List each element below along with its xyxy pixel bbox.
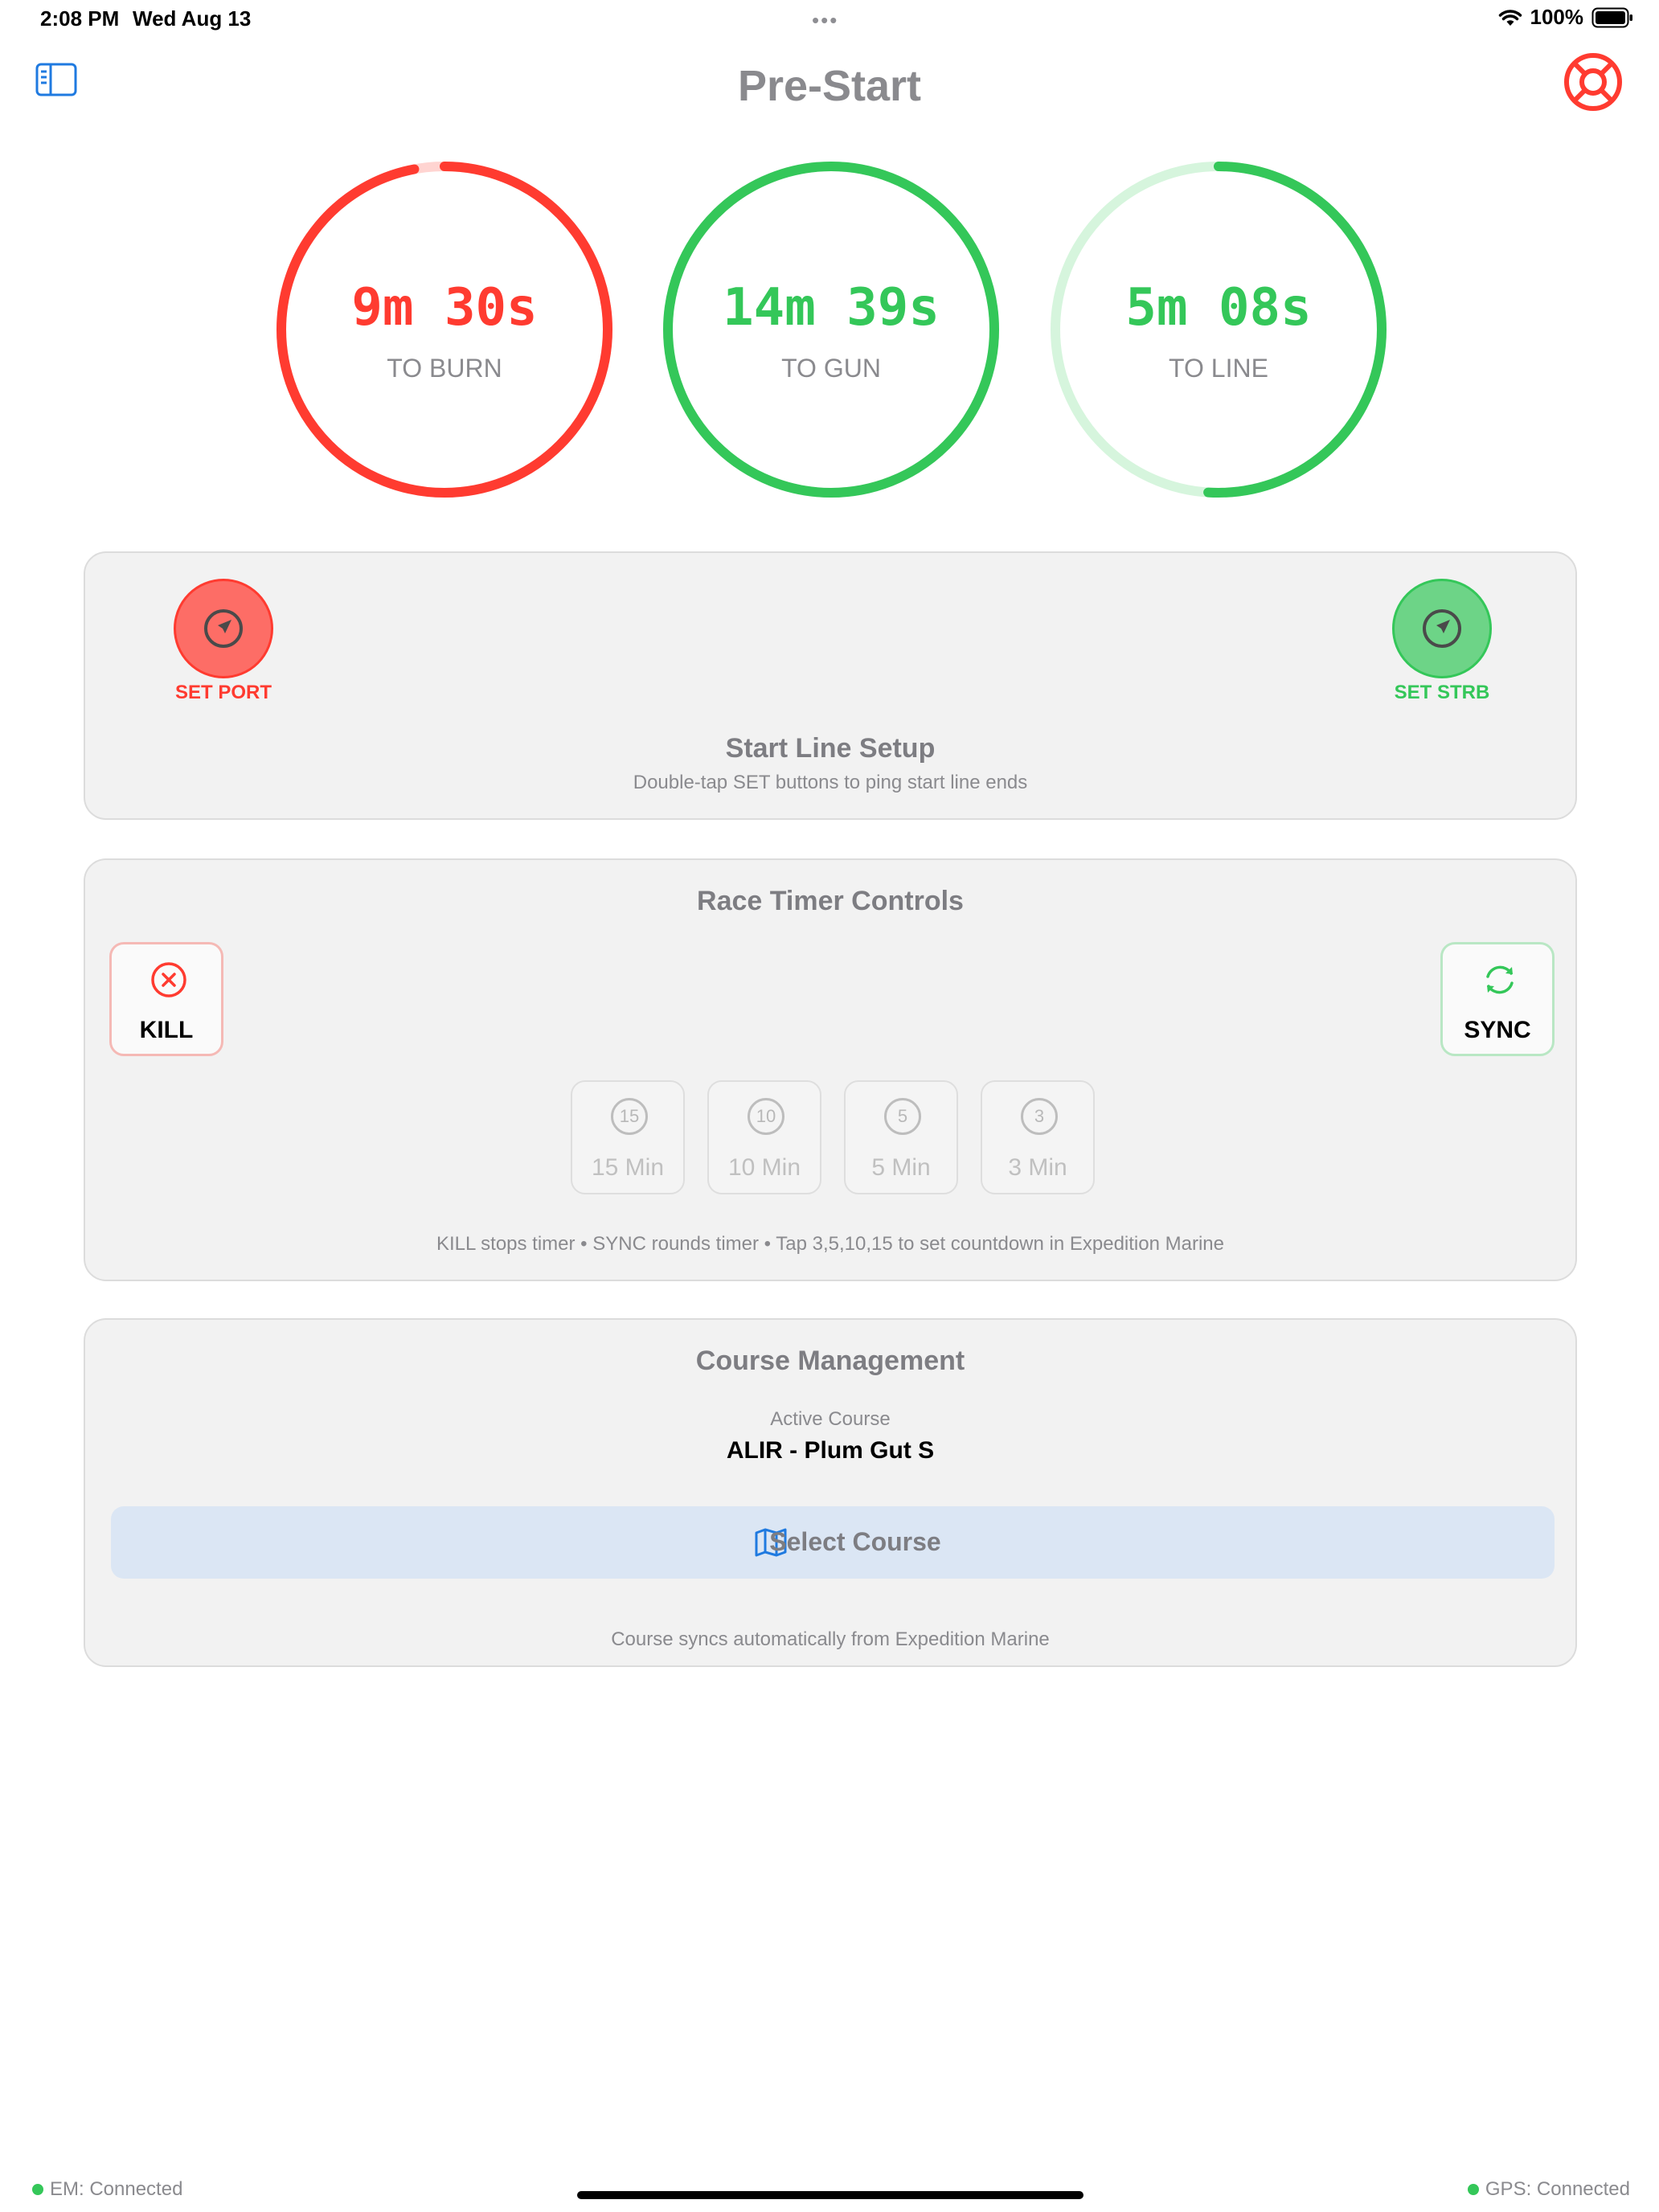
gps-status-text: GPS: Connected (1485, 2178, 1630, 2200)
course-card: Course Management Active Course ALIR - P… (84, 1318, 1577, 1667)
start-line-title: Start Line Setup (725, 733, 936, 764)
preset-label: 10 Min (727, 1154, 801, 1181)
course-title: Course Management (695, 1346, 965, 1376)
race-timer-hint: KILL stops timer • SYNC rounds timer • T… (436, 1233, 1224, 1255)
x-circle-icon (151, 962, 186, 997)
race-timer-card: Race Timer Controls KILL SYNC 15 15 Min … (84, 858, 1577, 1281)
battery-icon (1591, 7, 1632, 27)
timer-value: 9m 30s (351, 278, 538, 338)
course-footnote: Course syncs automatically from Expediti… (611, 1628, 1050, 1650)
number-3-circle-icon: 3 (1021, 1098, 1058, 1135)
start-line-subtitle: Double-tap SET buttons to ping start lin… (633, 772, 1028, 793)
kill-label: KILL (139, 1017, 194, 1043)
gps-status: GPS: Connected (1467, 2178, 1630, 2201)
preset-label: 5 Min (871, 1154, 931, 1181)
select-course-button[interactable]: Select Course (111, 1506, 1555, 1579)
timer-value: 14m 39s (723, 278, 940, 338)
timer-label: TO GUN (781, 354, 881, 383)
number-5-circle-icon: 5 (884, 1098, 921, 1135)
number-10-circle-icon: 10 (748, 1098, 784, 1135)
number-15-circle-icon: 15 (611, 1098, 648, 1135)
set-port-button[interactable] (174, 579, 273, 678)
page-title: Pre-Start (737, 62, 922, 110)
race-timer-title: Race Timer Controls (697, 886, 964, 916)
location-arrow-icon (1423, 609, 1461, 648)
preset-10-min-button[interactable]: 10 10 Min (707, 1080, 821, 1194)
timer-to-line: 5m 08s TO LINE (1050, 161, 1387, 498)
timer-value: 5m 08s (1125, 278, 1312, 338)
start-line-card: SET PORT SET STRB Start Line Setup Doubl… (84, 551, 1577, 820)
timer-label: TO LINE (1169, 354, 1268, 383)
lifebuoy-icon (1564, 53, 1622, 111)
status-dot-icon (1467, 2184, 1479, 2195)
sync-arrows-icon (1486, 965, 1514, 994)
status-bar: 2:08 PM Wed Aug 13 ••• 100% (0, 0, 1659, 40)
home-indicator[interactable] (577, 2191, 1083, 2199)
sync-button[interactable]: SYNC (1440, 942, 1555, 1056)
sync-label: SYNC (1464, 1017, 1531, 1043)
preset-15-min-button[interactable]: 15 15 Min (571, 1080, 685, 1194)
preset-label: 3 Min (1008, 1154, 1067, 1181)
status-dot-icon (32, 2184, 43, 2195)
set-strb-label: SET STRB (1394, 682, 1490, 703)
status-right: 100% (1498, 5, 1634, 30)
select-course-label: Select Course (769, 1527, 941, 1556)
status-date: Wed Aug 13 (133, 6, 252, 31)
em-status-text: EM: Connected (50, 2178, 183, 2200)
preset-5-min-button[interactable]: 5 5 Min (844, 1080, 958, 1194)
active-course-label: Active Course (770, 1408, 891, 1430)
em-status: EM: Connected (32, 2178, 182, 2201)
location-arrow-icon (204, 609, 243, 648)
preset-3-min-button[interactable]: 3 3 Min (981, 1080, 1095, 1194)
wifi-icon (1498, 9, 1522, 26)
status-time: 2:08 PM (40, 6, 120, 31)
help-button[interactable] (1563, 51, 1624, 113)
kill-button[interactable]: KILL (109, 942, 223, 1056)
multitasking-dots-icon[interactable]: ••• (812, 8, 838, 33)
timer-to-gun: 14m 39s TO GUN (662, 161, 1000, 498)
timer-label: TO BURN (387, 354, 502, 383)
timer-to-burn: 9m 30s TO BURN (276, 161, 613, 498)
set-port-label: SET PORT (174, 682, 272, 703)
active-course-value: ALIR - Plum Gut S (726, 1437, 935, 1464)
battery-percent: 100% (1530, 5, 1584, 29)
preset-label: 15 Min (591, 1154, 665, 1181)
set-strb-button[interactable] (1392, 579, 1492, 678)
